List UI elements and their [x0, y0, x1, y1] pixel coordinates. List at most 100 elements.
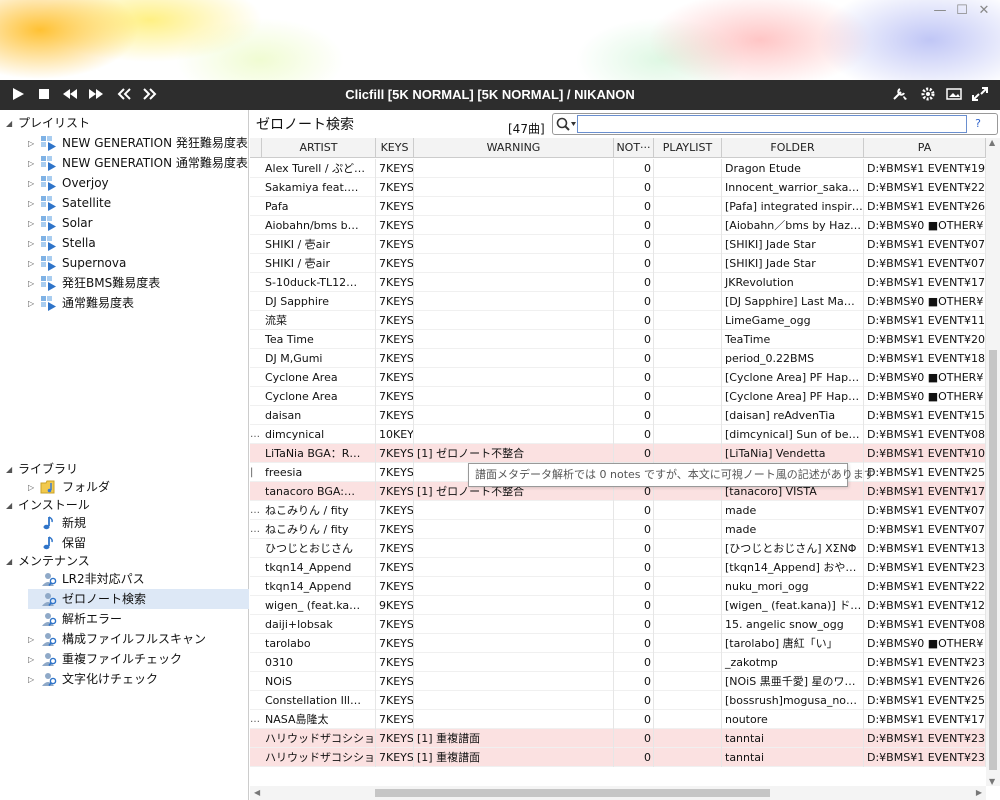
expand-caret-icon[interactable]: ▷ — [28, 154, 40, 174]
table-row[interactable]: 流菜 7KEYS 0 LimeGame_ogg D:¥BMS¥1 EVENT¥11 — [250, 311, 986, 330]
table-row[interactable]: DJ Sapphire 7KEYS 0 [DJ Sapphire] Last Ma… D… — [250, 292, 986, 311]
cell-folder: [ひつじとおじさん] XΣNΦ — [722, 539, 864, 558]
column-header-playlist[interactable]: PLAYLIST — [654, 138, 722, 158]
search-icon[interactable] — [555, 116, 577, 132]
column-header-keys[interactable]: KEYS — [376, 138, 414, 158]
search-input[interactable] — [577, 115, 967, 133]
expand-caret-icon[interactable]: ▷ — [28, 670, 40, 690]
table-row[interactable]: Pafa 7KEYS 0 [Pafa] integrated inspir… D:¥BM… — [250, 197, 986, 216]
table-row[interactable]: … ねこみりん / fity 7KEYS 0 made D:¥BMS¥1 EVENT¥07 — [250, 520, 986, 539]
table-row[interactable]: NOiS 7KEYS 0 [NOiS 黒亜千愛] 星のワルツ D:¥BMS¥1 EVEN… — [250, 672, 986, 691]
table-row[interactable]: Constellation Ill… 7KEYS 0 [bossrush]mogusa… — [250, 691, 986, 710]
table-row[interactable]: S-10duck-TL12… 7KEYS 0 JKRevolution D:¥BMS¥1… — [250, 273, 986, 292]
playlist-item[interactable]: ▷ Supernova — [28, 253, 126, 273]
rewind-icon[interactable] — [62, 87, 80, 103]
expand-caret-icon[interactable]: ▷ — [28, 194, 40, 214]
table-row[interactable]: tarolabo 7KEYS 0 [tarolabo] 唐紅「い」 D:¥BMS¥0 ■… — [250, 634, 986, 653]
sidebar-item-parse-error[interactable]: 解析エラー — [28, 609, 249, 629]
table-row[interactable]: Cyclone Area 7KEYS 0 [Cyclone Area] PF Hap…… — [250, 368, 986, 387]
playlist-section[interactable]: ◢ プレイリスト — [6, 113, 90, 133]
scroll-up-arrow-icon[interactable]: ▲ — [989, 138, 995, 147]
playlist-item[interactable]: ▷ 通常難易度表 — [28, 293, 134, 313]
expand-caret-icon[interactable]: ▷ — [28, 214, 40, 234]
table-row[interactable]: Aiobahn/bms b… 7KEYS 0 [Aiobahn／bms by Haz…… — [250, 216, 986, 235]
playlist-item[interactable]: ▷ Overjoy — [28, 173, 109, 193]
expand-caret-icon[interactable]: ▷ — [28, 274, 40, 294]
sidebar-item-duplicate-check[interactable]: ▷ 重複ファイルチェック — [28, 649, 249, 669]
collapse-caret-icon[interactable]: ◢ — [6, 496, 18, 516]
minimize-button[interactable]: — — [930, 2, 950, 20]
column-header-folder[interactable]: FOLDER — [722, 138, 864, 158]
table-row[interactable]: ハリウッドザコシショウ 7KEYS [1] 重複譜面 0 tanntai D:¥BMS¥1… — [250, 729, 986, 748]
expand-caret-icon[interactable]: ▷ — [28, 134, 40, 154]
collapse-caret-icon[interactable]: ◢ — [6, 552, 18, 572]
column-header-notes[interactable]: NOT··· — [614, 138, 654, 158]
stop-icon[interactable] — [36, 87, 54, 103]
playlist-item[interactable]: ▷ NEW GENERATION 発狂難易度表 — [28, 133, 248, 153]
column-header-artist[interactable]: ARTIST — [262, 138, 376, 158]
horizontal-scroll-thumb[interactable] — [375, 789, 770, 797]
settings-gear-icon[interactable] — [920, 87, 938, 103]
playlist-item[interactable]: ▷ Satellite — [28, 193, 111, 213]
horizontal-scrollbar[interactable]: ◀ ▶ — [250, 786, 986, 800]
table-row[interactable]: Tea Time 7KEYS 0 TeaTime D:¥BMS¥1 EVENT¥20 — [250, 330, 986, 349]
table-row[interactable]: Sakamiya feat.… 7KEYS 0 Innocent_warrior_sa… — [250, 178, 986, 197]
sidebar-item-pending[interactable]: 保留 — [28, 533, 86, 553]
column-header-warning[interactable]: WARNING — [414, 138, 614, 158]
collapse-caret-icon[interactable]: ◢ — [6, 114, 18, 134]
table-row[interactable]: SHIKI / 壱air 7KEYS 0 [SHIKI] Jade Star D:¥BM… — [250, 235, 986, 254]
expand-caret-icon[interactable]: ▷ — [28, 254, 40, 274]
expand-caret-icon[interactable]: ▷ — [28, 234, 40, 254]
table-row[interactable]: DJ M,Gumi 7KEYS 0 period_0.22BMS D:¥BMS¥1 EV… — [250, 349, 986, 368]
table-row[interactable]: …dimcynical10KEYS 0 [dimcynical] Sun of be… — [250, 425, 986, 444]
scroll-down-arrow-icon[interactable]: ▼ — [989, 777, 995, 786]
sidebar-item-folder[interactable]: ▷ フォルダ — [28, 477, 110, 497]
table-row[interactable]: tkqn14_Append 7KEYS 0 [tkqn14_Append] おや… D:… — [250, 558, 986, 577]
table-row[interactable]: … NASA島隆太 7KEYS 0 noutore D:¥BMS¥1 EVENT¥17 — [250, 710, 986, 729]
fullscreen-icon[interactable] — [972, 87, 990, 103]
table-row[interactable]: daiji+lobsak 7KEYS 0 15. angelic snow_ogg D:… — [250, 615, 986, 634]
sidebar-item-zero-note-search[interactable]: ゼロノート検索 — [28, 589, 249, 609]
table-row[interactable]: 0310 7KEYS 0 _zakotmp D:¥BMS¥1 EVENT¥23 — [250, 653, 986, 672]
collapse-caret-icon[interactable]: ◢ — [6, 460, 18, 480]
previous-icon[interactable] — [116, 87, 134, 103]
column-header-path[interactable]: PA — [864, 138, 986, 158]
table-row[interactable]: Alex Turell / ぷど… 7KEYS 0 Dragon Etude D:¥BM… — [250, 159, 986, 178]
next-icon[interactable] — [142, 87, 160, 103]
sidebar-item-lr2-path[interactable]: LR2非対応パス — [28, 569, 249, 589]
tools-icon[interactable] — [892, 87, 910, 103]
image-icon[interactable] — [946, 87, 964, 103]
table-row[interactable]: tkqn14_Append 7KEYS 0 nuku_mori_ogg D:¥BMS¥1… — [250, 577, 986, 596]
vertical-scrollbar[interactable]: ▲ ▼ — [986, 138, 1000, 786]
vertical-scroll-thumb[interactable] — [989, 350, 997, 770]
sidebar-item-mojibake-check[interactable]: ▷ 文字化けチェック — [28, 669, 249, 689]
help-link[interactable]: ? — [975, 117, 981, 130]
table-row[interactable]: SHIKI / 壱air 7KEYS 0 [SHIKI] Jade Star D:¥BM… — [250, 254, 986, 273]
library-section[interactable]: ◢ ライブラリ — [6, 459, 78, 479]
playlist-item[interactable]: ▷ Stella — [28, 233, 96, 253]
playlist-item[interactable]: ▷ NEW GENERATION 通常難易度表 — [28, 153, 248, 173]
scroll-left-arrow-icon[interactable]: ◀ — [254, 788, 260, 797]
expand-caret-icon[interactable]: ▷ — [28, 650, 40, 670]
maximize-button[interactable]: ☐ — [952, 2, 972, 20]
scroll-right-arrow-icon[interactable]: ▶ — [976, 788, 982, 797]
expand-caret-icon[interactable]: ▷ — [28, 174, 40, 194]
playlist-item[interactable]: ▷ 発狂BMS難易度表 — [28, 273, 160, 293]
fast-forward-icon[interactable] — [88, 87, 106, 103]
maintenance-section[interactable]: ◢ メンテナンス — [6, 551, 90, 571]
play-icon[interactable] — [10, 87, 28, 103]
expand-caret-icon[interactable]: ▷ — [28, 294, 40, 314]
close-button[interactable]: ✕ — [974, 2, 994, 20]
sidebar-item-new[interactable]: 新規 — [28, 513, 86, 533]
table-row[interactable]: ハリウッドザコシショウ 7KEYS [1] 重複譜面 0 tanntai D:¥BMS¥1… — [250, 748, 986, 767]
table-row[interactable]: LiTaNia BGA：R… 7KEYS [1] ゼロノート不整合 0 [LiTaNia… — [250, 444, 986, 463]
expand-caret-icon[interactable]: ▷ — [28, 630, 40, 650]
playlist-item[interactable]: ▷ Solar — [28, 213, 93, 233]
install-section[interactable]: ◢ インストール — [6, 495, 90, 515]
table-row[interactable]: … ねこみりん / fity 7KEYS 0 made D:¥BMS¥1 EVENT¥07 — [250, 501, 986, 520]
table-row[interactable]: wigen_ (feat.ka… 9KEYS 0 [wigen_ (feat.kana… — [250, 596, 986, 615]
table-row[interactable]: ひつじとおじさん 7KEYS 0 [ひつじとおじさん] XΣNΦ D:¥BMS¥1 EV… — [250, 539, 986, 558]
sidebar-item-full-scan[interactable]: ▷ 構成ファイルフルスキャン — [28, 629, 249, 649]
table-row[interactable]: Cyclone Area 7KEYS 0 [Cyclone Area] PF Hap…… — [250, 387, 986, 406]
table-row[interactable]: daisan 7KEYS 0 [daisan] reAdvenTia D:¥BMS¥1 … — [250, 406, 986, 425]
